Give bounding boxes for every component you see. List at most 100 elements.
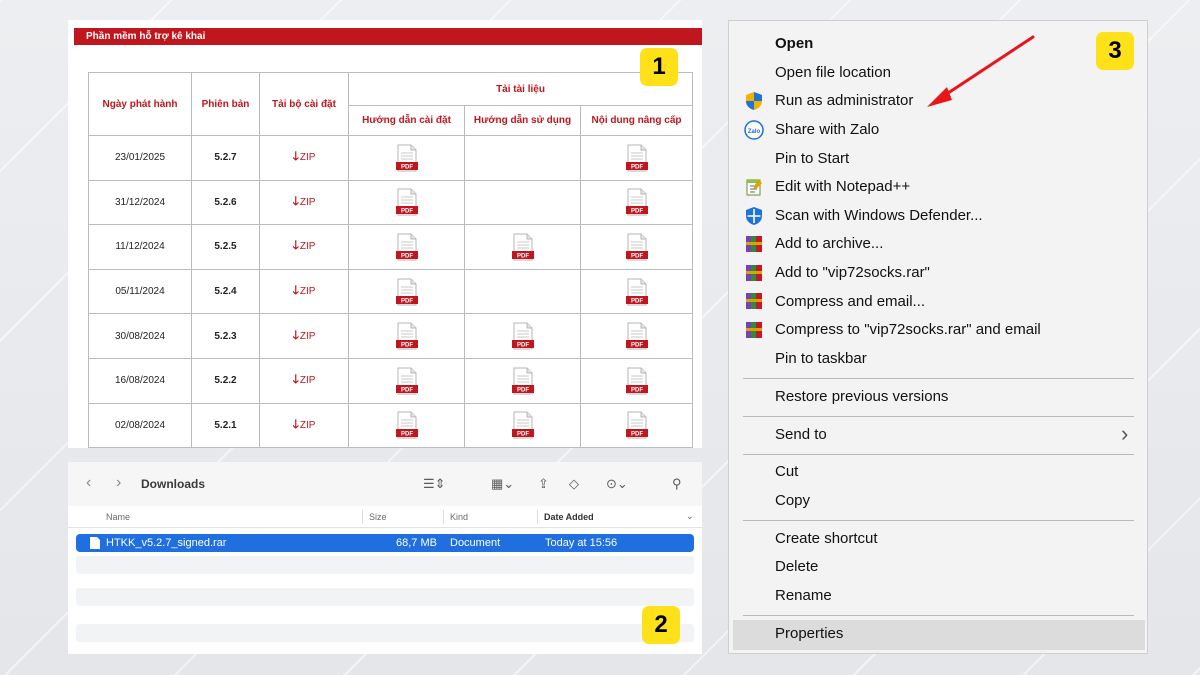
pdf-icon[interactable]: PDF [511, 367, 534, 395]
version-cell: 5.2.1 [191, 402, 260, 448]
user-guide-cell [464, 179, 581, 226]
winrar-icon [746, 265, 762, 281]
submenu-chevron-right-icon[interactable]: › [1121, 421, 1128, 447]
version-cell: 5.2.6 [191, 179, 260, 226]
pdf-icon[interactable]: PDF [625, 278, 648, 306]
col-size[interactable]: Size [369, 512, 387, 522]
zip-download-link[interactable]: 🡓ZIP [293, 328, 316, 342]
download-arrow-icon: 🡓 [292, 416, 299, 431]
menu-item-open-file-location[interactable]: Open file location [775, 64, 891, 81]
col-kind[interactable]: Kind [450, 512, 468, 522]
menu-item-open[interactable]: Open [775, 35, 813, 52]
forward-icon[interactable]: › [116, 474, 121, 492]
svg-text:PDF: PDF [401, 253, 413, 259]
menu-item-compress-and-email[interactable]: Compress and email... [775, 293, 925, 310]
pdf-icon[interactable]: PDF [511, 322, 534, 350]
section-header: Phần mềm hỗ trợ kê khai [74, 28, 702, 45]
col-date-added[interactable]: Date Added [544, 512, 594, 522]
menu-separator [743, 615, 1134, 616]
back-icon[interactable]: ‹ [86, 474, 91, 492]
svg-text:PDF: PDF [517, 387, 529, 393]
installer-cell: 🡓ZIP [259, 179, 349, 226]
zip-download-link[interactable]: 🡓ZIP [292, 416, 316, 431]
tag-icon[interactable]: ◇ [569, 476, 579, 492]
col-release-date: Ngày phát hành [88, 72, 192, 136]
col-installer: Tải bộ cài đặt [259, 72, 349, 136]
version-cell: 5.2.2 [191, 357, 260, 404]
grid-view-icon[interactable]: ▦⌄ [491, 476, 514, 492]
svg-text:PDF: PDF [401, 432, 413, 438]
menu-item-properties[interactable]: Properties [775, 625, 843, 642]
upgrade-notes-cell: PDF [579, 313, 694, 359]
zip-download-link[interactable]: 🡓ZIP [292, 193, 316, 208]
svg-text:PDF: PDF [631, 209, 643, 215]
pdf-icon[interactable]: PDF [625, 188, 648, 216]
file-row-selected[interactable]: HTKK_v5.2.7_signed.rar 68,7 MB Document … [76, 534, 694, 552]
more-options-icon[interactable]: ⊙⌄ [606, 476, 628, 492]
menu-item-scan-with-defender[interactable]: Scan with Windows Defender... [775, 207, 983, 224]
table-row: 05/11/2024 5.2.4 🡓ZIP PDF PDF [88, 268, 694, 315]
list-view-icon[interactable]: ☰⇕ [423, 476, 446, 492]
software-versions-table: Ngày phát hành Phiên bản Tải bộ cài đặt … [88, 72, 694, 448]
install-guide-cell: PDF [348, 357, 465, 404]
pdf-icon[interactable]: PDF [395, 278, 418, 306]
menu-item-run-as-administrator[interactable]: Run as administrator [775, 92, 913, 109]
version-cell: 5.2.4 [191, 268, 260, 315]
menu-item-edit-with-notepad[interactable]: Edit with Notepad++ [775, 178, 910, 195]
step-badge-3: 3 [1096, 32, 1134, 70]
pdf-icon[interactable]: PDF [395, 411, 418, 439]
table-row: 16/08/2024 5.2.2 🡓ZIP PDF PDF PDF [88, 357, 694, 404]
menu-item-rename[interactable]: Rename [775, 587, 832, 604]
menu-item-restore-previous-versions[interactable]: Restore previous versions [775, 388, 948, 405]
install-guide-cell: PDF [348, 268, 465, 315]
zip-download-link[interactable]: 🡓ZIP [293, 283, 316, 297]
table-row: 11/12/2024 5.2.5 🡓ZIP PDF PDF PDF [88, 224, 694, 270]
menu-item-add-to-rar[interactable]: Add to "vip72socks.rar" [775, 264, 930, 281]
zip-download-link[interactable]: 🡓ZIP [293, 149, 316, 163]
pdf-icon[interactable]: PDF [625, 233, 648, 261]
menu-item-create-shortcut[interactable]: Create shortcut [775, 530, 878, 547]
installer-cell: 🡓ZIP [259, 357, 349, 404]
svg-text:PDF: PDF [631, 164, 643, 170]
svg-text:PDF: PDF [517, 253, 529, 259]
version-cell: 5.2.5 [191, 224, 260, 270]
zip-download-link[interactable]: 🡓ZIP [293, 372, 316, 386]
installer-cell: 🡓ZIP [259, 402, 349, 448]
pdf-icon[interactable]: PDF [395, 144, 418, 172]
menu-item-copy[interactable]: Copy [775, 492, 810, 509]
menu-item-compress-to-rar-and-email[interactable]: Compress to "vip72socks.rar" and email [775, 321, 1041, 338]
pdf-icon[interactable]: PDF [395, 322, 418, 350]
installer-cell: 🡓ZIP [259, 224, 349, 270]
menu-item-share-with-zalo[interactable]: Share with Zalo [775, 121, 879, 138]
version-cell: 5.2.7 [191, 135, 260, 181]
download-arrow-icon: 🡓 [292, 193, 299, 208]
pdf-icon[interactable]: PDF [625, 144, 648, 172]
sort-chevron-icon[interactable]: ⌄ [686, 511, 694, 522]
pdf-icon[interactable]: PDF [395, 233, 418, 261]
file-kind: Document [450, 537, 501, 549]
column-header: Name Size Kind Date Added ⌄ [68, 506, 702, 528]
pdf-icon[interactable]: PDF [395, 188, 418, 216]
pdf-icon[interactable]: PDF [625, 322, 648, 350]
pdf-icon[interactable]: PDF [511, 411, 534, 439]
menu-item-cut[interactable]: Cut [775, 463, 798, 480]
svg-text:PDF: PDF [631, 253, 643, 259]
pdf-icon[interactable]: PDF [625, 367, 648, 395]
pdf-icon[interactable]: PDF [395, 367, 418, 395]
pdf-icon[interactable]: PDF [511, 233, 534, 261]
menu-item-pin-to-start[interactable]: Pin to Start [775, 150, 849, 167]
user-guide-cell [464, 135, 581, 181]
step-badge-1: 1 [640, 48, 678, 86]
release-date-cell: 31/12/2024 [88, 179, 192, 226]
menu-separator [743, 520, 1134, 521]
menu-item-add-to-archive[interactable]: Add to archive... [775, 235, 883, 252]
pdf-icon[interactable]: PDF [625, 411, 648, 439]
share-icon[interactable]: ⇪ [538, 476, 549, 492]
table-row: 02/08/2024 5.2.1 🡓ZIP PDF PDF PDF [88, 402, 694, 448]
col-name[interactable]: Name [106, 512, 130, 522]
menu-item-pin-to-taskbar[interactable]: Pin to taskbar [775, 350, 867, 367]
zip-download-link[interactable]: 🡓ZIP [293, 238, 316, 252]
menu-item-delete[interactable]: Delete [775, 558, 818, 575]
menu-item-send-to[interactable]: Send to [775, 426, 827, 443]
search-icon[interactable]: ⚲ [672, 476, 682, 492]
